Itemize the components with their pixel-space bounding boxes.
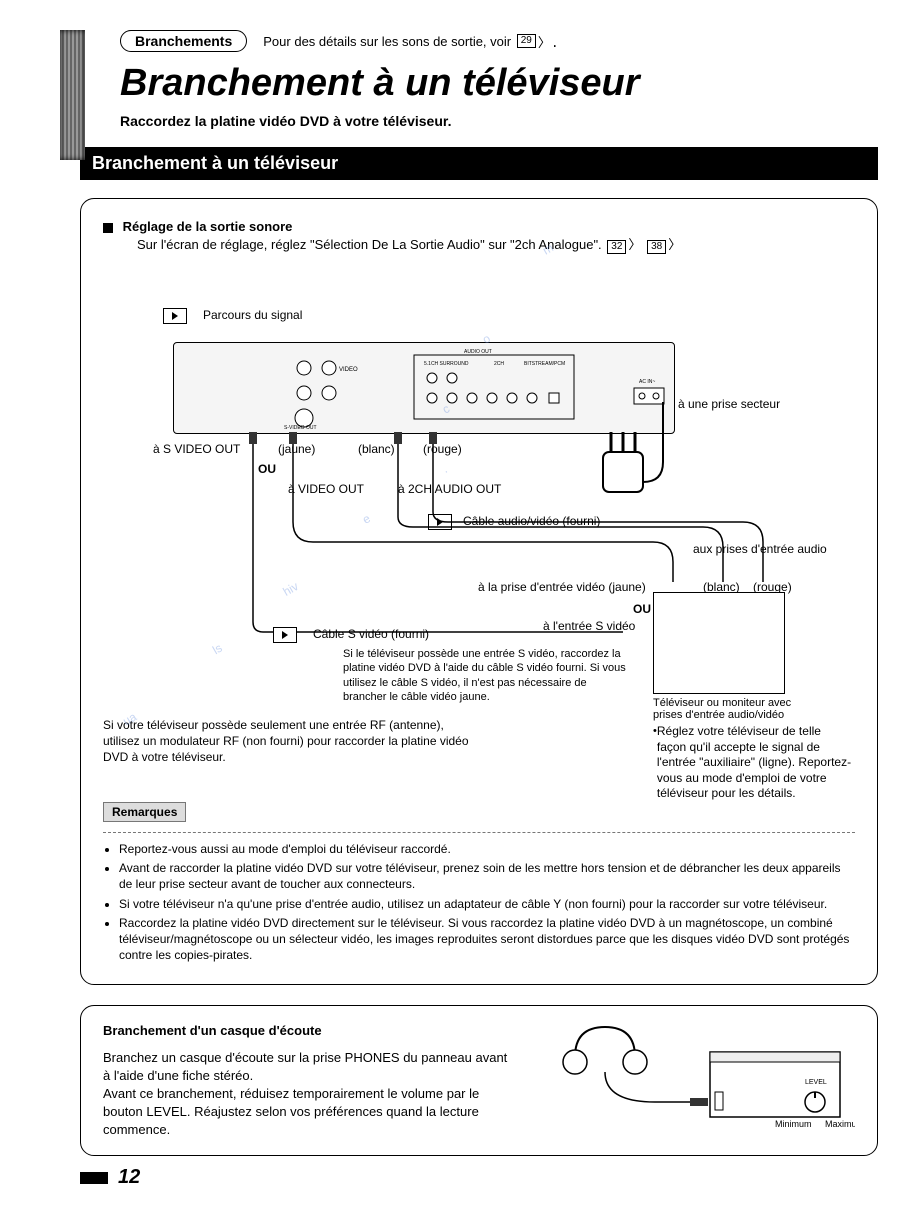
page-title: Branchement à un téléviseur <box>120 62 878 105</box>
svg-text:LEVEL: LEVEL <box>805 1079 827 1086</box>
detail-text: Pour des détails sur les sons de sortie,… <box>263 34 511 49</box>
audio-in-label: aux prises d'entrée audio <box>693 542 827 556</box>
list-item: Raccordez la platine vidéo DVD directeme… <box>119 915 855 964</box>
connection-diagram-box: Réglage de la sortie sonore Sur l'écran … <box>80 198 878 985</box>
section-header: Branchement à un téléviseur <box>80 147 878 180</box>
rf-note: Si votre téléviseur possède seulement un… <box>103 717 473 766</box>
page-number: 12 <box>80 1166 878 1189</box>
square-bullet-icon <box>103 223 113 233</box>
spiral-binding <box>60 30 85 160</box>
list-item: Reportez-vous aussi au mode d'emploi du … <box>119 841 855 857</box>
svg-text:Minimum: Minimum <box>775 1119 812 1129</box>
list-item: Si votre téléviseur n'a qu'une prise d'e… <box>119 896 855 912</box>
tv-label: Téléviseur ou moniteur avec prises d'ent… <box>653 697 823 721</box>
tv-icon <box>653 592 785 694</box>
video-in-label: à la prise d'entrée vidéo (jaune) <box>478 580 646 594</box>
list-item: Avant de raccorder la platine vidéo DVD … <box>119 860 855 892</box>
or-label-2: OU <box>633 602 651 616</box>
page-subtitle: Raccordez la platine vidéo DVD à votre t… <box>120 113 878 129</box>
s-in-label: à l'entrée S vidéo <box>543 619 635 633</box>
s-cable-label: Câble S vidéo (fourni) <box>313 627 429 641</box>
headphone-box: Branchement d'un casque d'écoute Branche… <box>80 1005 878 1156</box>
tv-note: • Réglez votre téléviseur de telle façon… <box>653 724 853 738</box>
remarques-list: Reportez-vous aussi au mode d'emploi du … <box>103 841 855 963</box>
wiring-diagram: m o c . e hiv ls ua Parcours du signal V… <box>103 262 855 762</box>
header-line: Branchements Pour des détails sur les so… <box>120 30 878 52</box>
arrow-icon <box>273 627 297 643</box>
remarques-section: Remarques Reportez-vous aussi au mode d'… <box>103 802 855 963</box>
remarques-label: Remarques <box>103 802 186 822</box>
svg-text:Maximum: Maximum <box>825 1119 855 1129</box>
headphone-diagram: LEVEL Minimum Maximum <box>535 1022 855 1132</box>
s-video-note: Si le téléviseur possède une entrée S vi… <box>343 647 633 704</box>
section-tag: Branchements <box>120 30 247 52</box>
headphone-title: Branchement d'un casque d'écoute <box>103 1022 511 1040</box>
audio-setting-note: Réglage de la sortie sonore Sur l'écran … <box>103 219 855 254</box>
chevron-icon: 〉. <box>538 32 559 51</box>
page-ref: 29 <box>517 34 536 48</box>
headphone-text: Branchez un casque d'écoute sur la prise… <box>103 1050 507 1138</box>
